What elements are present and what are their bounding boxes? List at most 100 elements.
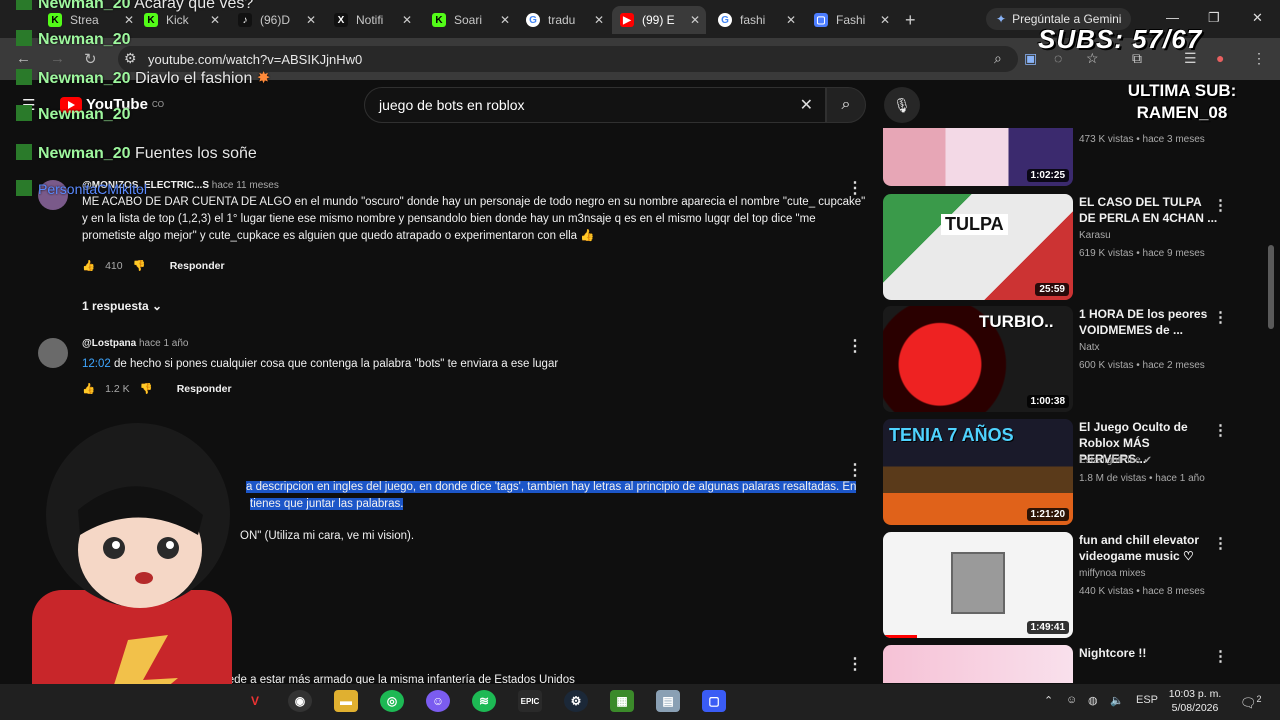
close-tab-icon[interactable]: ✕ [690, 13, 700, 27]
subs-counter: SUBS: 57/67 [1038, 24, 1203, 54]
site-info-icon[interactable]: ⚙ [124, 50, 137, 67]
reply-button[interactable]: Responder [177, 383, 232, 395]
tab-6[interactable]: G tradu ✕ [518, 6, 610, 34]
new-tab-button[interactable]: + [905, 10, 916, 31]
video-card-2[interactable]: TULPA 25:59 EL CASO DEL TULPA DE PERLA E… [883, 194, 1263, 302]
back-icon[interactable]: ← [16, 50, 31, 67]
elevator-image [951, 552, 1005, 614]
video-menu-icon[interactable]: ⋮ [1213, 421, 1228, 439]
close-tab-icon[interactable]: ✕ [880, 13, 890, 27]
close-tab-icon[interactable]: ✕ [306, 13, 316, 27]
dislike-icon[interactable]: 👎 [133, 259, 146, 272]
channel-name[interactable]: Karasu [1079, 230, 1111, 241]
menu-icon[interactable]: ⋮ [1252, 50, 1266, 67]
tray-expand-icon[interactable]: ⌃ [1044, 694, 1053, 707]
discord-tray-icon[interactable]: ☺ [1066, 694, 1077, 706]
comment-3-text: a descripcion en ingles del juego, en do… [246, 479, 872, 513]
video-title[interactable]: EL CASO DEL TULPA DE PERLA EN 4CHAN ... [1079, 194, 1219, 226]
video-thumbnail[interactable]: TULPA 25:59 [883, 194, 1073, 300]
app-icon[interactable]: ▤ [656, 690, 680, 712]
tab-5[interactable]: K Soari ✕ [424, 6, 516, 34]
video-thumbnail[interactable]: 1:49:41 [883, 532, 1073, 638]
tab-7-active[interactable]: ▶ (99) E ✕ [612, 6, 706, 34]
duration-badge: 1:21:20 [1026, 508, 1069, 521]
close-tab-icon[interactable]: ✕ [594, 13, 604, 27]
video-menu-icon[interactable]: ⋮ [1213, 196, 1228, 214]
doc-app-icon[interactable]: ▢ [702, 690, 726, 712]
notifications-icon[interactable]: 🗨2 [1240, 694, 1262, 711]
close-tab-icon[interactable]: ✕ [402, 13, 412, 27]
tab-9[interactable]: ▢ Fashi ✕ [806, 6, 896, 34]
video-thumbnail[interactable] [883, 645, 1073, 683]
video-menu-icon[interactable]: ⋮ [1213, 308, 1228, 326]
scrollbar-thumb[interactable] [1268, 245, 1274, 329]
close-window-button[interactable]: ✕ [1252, 10, 1263, 26]
comment-menu-icon[interactable]: ⋮ [847, 654, 863, 674]
video-title[interactable]: 1 HORA DE los peores VOIDMEMES de ... [1079, 306, 1219, 338]
video-title[interactable]: fun and chill elevator videogame music ♡ [1079, 532, 1219, 564]
volume-icon[interactable]: 🔈 [1110, 694, 1124, 707]
reply-button[interactable]: Responder [170, 260, 225, 272]
translate-icon[interactable]: ▣ [1024, 50, 1037, 67]
spotify-icon[interactable]: ≋ [472, 690, 496, 712]
video-thumbnail[interactable]: 1:02:25 [883, 128, 1073, 186]
video-card-5[interactable]: 1:49:41 fun and chill elevator videogame… [883, 532, 1263, 640]
search-button[interactable]: ⌕ [826, 87, 866, 123]
chrome-icon[interactable]: ◎ [380, 690, 404, 712]
obs-icon[interactable]: ◉ [288, 690, 312, 712]
channel-name[interactable]: EstarlightPibe ✔ [1079, 455, 1152, 466]
language-indicator[interactable]: ESP [1136, 694, 1158, 706]
tab-label: Fashi [836, 13, 866, 27]
view-replies-button[interactable]: 1 respuesta ⌄ [82, 299, 162, 313]
last-sub-panel: ULTIMA SUB: RAMEN_08 [1102, 80, 1262, 124]
tab-label: Strea [70, 13, 99, 27]
comment-author[interactable]: @Lostpana hace 1 año [82, 338, 188, 349]
voice-search-button[interactable]: 🎙 [884, 87, 920, 123]
profile-icon[interactable]: ● [1216, 50, 1224, 66]
video-card-1[interactable]: 1:02:25 473 K vistas • hace 3 meses [883, 128, 1263, 188]
close-tab-icon[interactable]: ✕ [500, 13, 510, 27]
timestamp-link[interactable]: 12:02 [82, 358, 111, 370]
tab-label: (96)D [260, 13, 291, 27]
video-card-4[interactable]: TENIA 7 AÑOS 1:21:20 El Juego Oculto de … [883, 419, 1263, 527]
video-thumbnail[interactable]: TURBIO.. 1:00:38 [883, 306, 1073, 412]
video-menu-icon[interactable]: ⋮ [1213, 647, 1228, 665]
discord-icon[interactable]: ☺ [426, 690, 450, 712]
video-title[interactable]: Nightcore !! [1079, 645, 1219, 661]
reload-icon[interactable]: ↻ [84, 50, 97, 68]
video-card-3[interactable]: TURBIO.. 1:00:38 1 HORA DE los peores VO… [883, 306, 1263, 414]
close-tab-icon[interactable]: ✕ [210, 13, 220, 27]
channel-name[interactable]: Natx [1079, 342, 1100, 353]
network-icon[interactable]: ◍ [1088, 694, 1098, 707]
like-icon[interactable]: 👍 [82, 259, 95, 272]
steam-icon[interactable]: ⚙ [564, 690, 588, 712]
taskbar-clock[interactable]: 10:03 p. m. 5/08/2026 [1162, 687, 1228, 715]
comment-2: @Lostpana hace 1 año 12:02 de hecho si p… [38, 338, 868, 398]
video-thumbnail[interactable]: TENIA 7 AÑOS 1:21:20 [883, 419, 1073, 525]
channel-name[interactable]: miffynoa mixes [1079, 568, 1146, 579]
comment-menu-icon[interactable]: ⋮ [847, 178, 863, 198]
search-input[interactable]: juego de bots en roblox ✕ [364, 87, 826, 123]
comment-menu-icon[interactable]: ⋮ [847, 460, 863, 480]
valorant-icon[interactable]: V [243, 690, 267, 712]
folder-icon[interactable]: ▬ [334, 690, 358, 712]
zoom-icon[interactable]: ⌕ [994, 50, 1002, 67]
minecraft-icon[interactable]: ▦ [610, 690, 634, 712]
forward-icon[interactable]: → [50, 50, 65, 67]
close-tab-icon[interactable]: ✕ [124, 13, 134, 27]
dislike-icon[interactable]: 👎 [140, 382, 153, 395]
like-icon[interactable]: 👍 [82, 382, 95, 395]
maximize-button[interactable]: ❐ [1208, 10, 1220, 26]
tab-4[interactable]: X Notifi ✕ [326, 6, 418, 34]
video-card-6[interactable]: Nightcore !! ⋮ [883, 645, 1263, 683]
kick-icon: K [432, 13, 446, 27]
comment-menu-icon[interactable]: ⋮ [847, 336, 863, 356]
minimize-button[interactable]: — [1166, 10, 1179, 25]
avatar[interactable] [38, 338, 68, 368]
epic-games-icon[interactable]: EPIC [518, 690, 542, 712]
video-meta: 473 K vistas • hace 3 meses [1079, 134, 1205, 145]
tab-8[interactable]: G fashi ✕ [710, 6, 802, 34]
video-menu-icon[interactable]: ⋮ [1213, 534, 1228, 552]
clear-search-icon[interactable]: ✕ [800, 95, 813, 115]
close-tab-icon[interactable]: ✕ [786, 13, 796, 27]
